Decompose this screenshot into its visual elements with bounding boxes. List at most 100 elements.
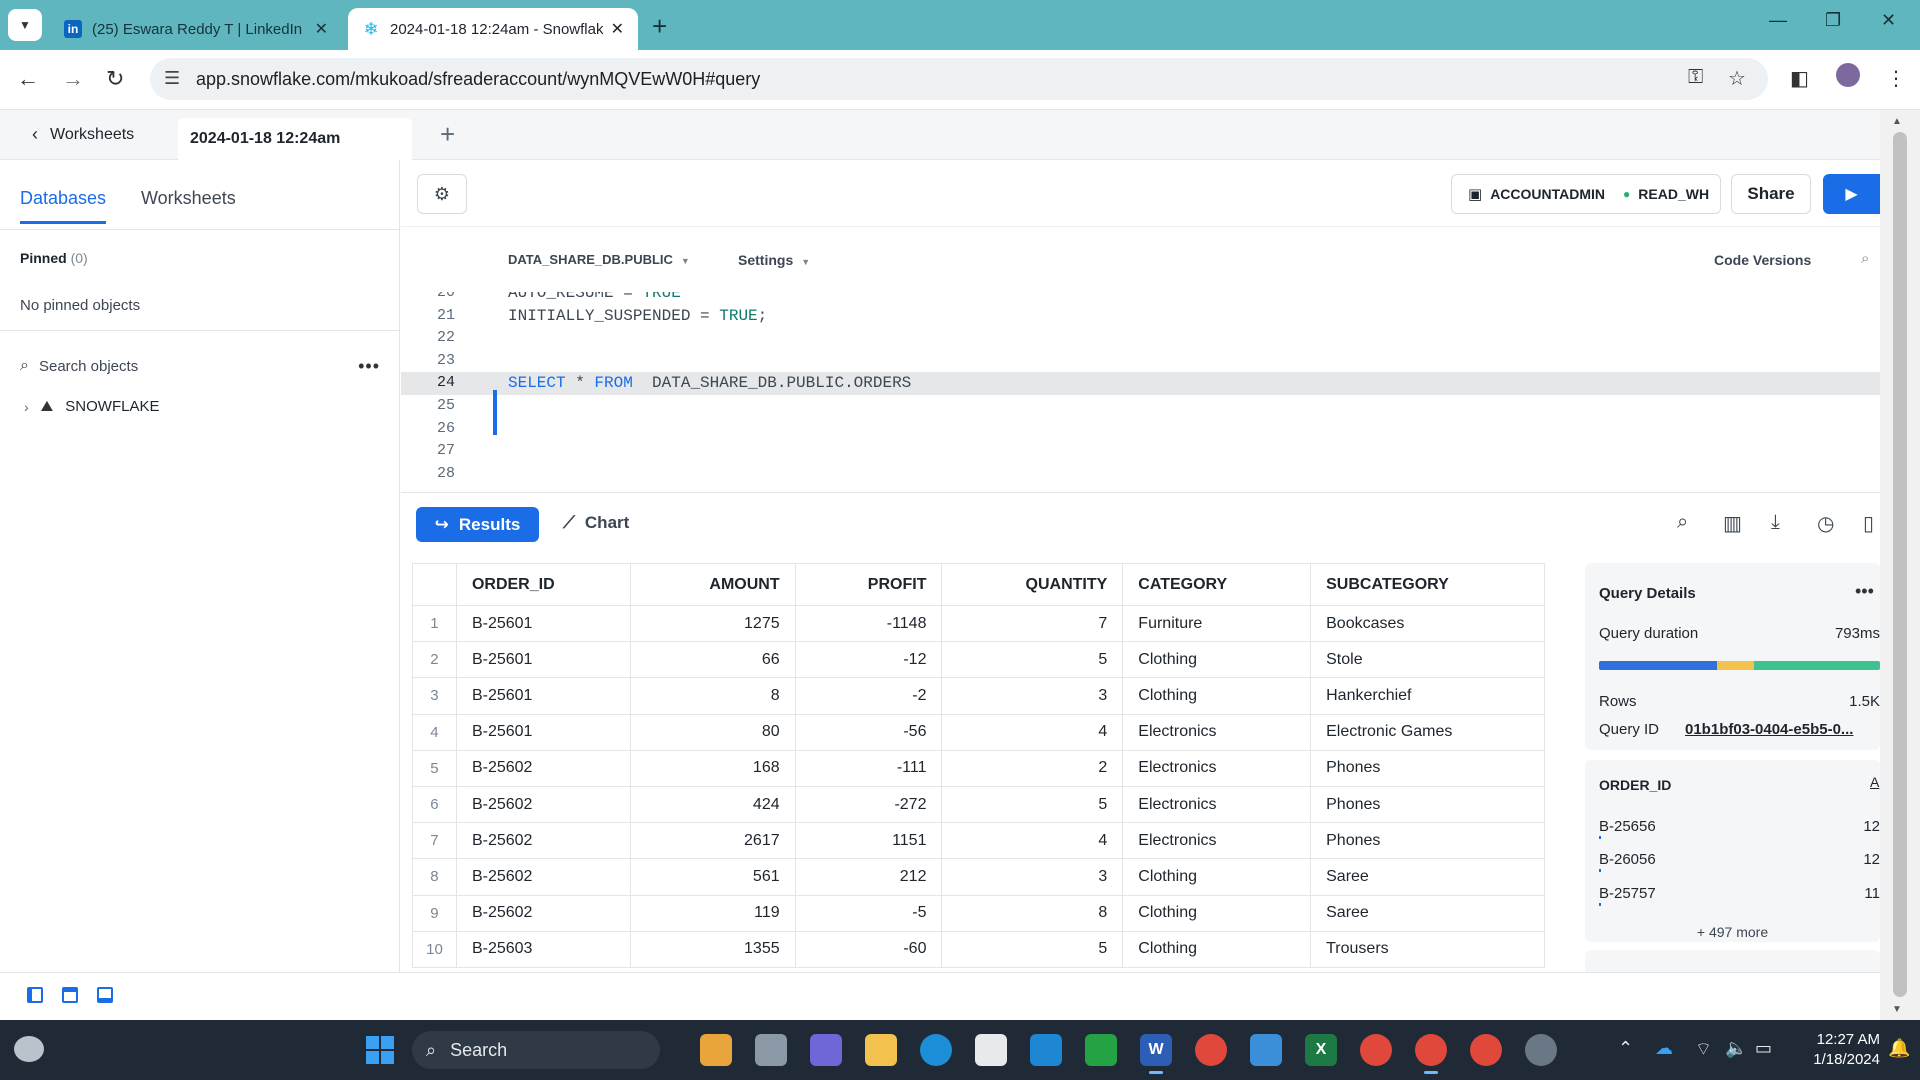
cell-order-id[interactable]: B-25601 [455, 604, 631, 643]
code-editor[interactable]: 20 AUTO_RESUME = TRUE 21 INITIALLY_SUSPE… [401, 292, 1880, 492]
panel-toggle-icon[interactable]: ▯ [1863, 511, 1874, 536]
cell-amount[interactable]: 8 [629, 677, 796, 715]
close-icon[interactable]: ✕ [611, 19, 624, 39]
columns-icon[interactable]: ▥ [1723, 511, 1742, 536]
cell-profit[interactable]: -5 [794, 894, 943, 932]
tab-search-button[interactable]: ▼ [8, 9, 42, 41]
taskbar-clock[interactable]: 12:27 AM 1/18/2024 [1790, 1030, 1880, 1070]
cell-quantity[interactable]: 4 [941, 822, 1124, 860]
code-line[interactable]: 27 [401, 440, 1880, 463]
volume-icon[interactable]: 🔈 [1725, 1038, 1747, 1059]
cell-quantity[interactable]: 5 [941, 930, 1124, 968]
code-versions-button[interactable]: Code Versions [1714, 252, 1811, 268]
results-tab-button[interactable]: ↪ Results [416, 507, 539, 542]
run-button[interactable]: ▶ [1823, 174, 1880, 214]
cell-order-id[interactable]: B-25602 [455, 894, 631, 932]
weather-icon[interactable] [14, 1036, 44, 1062]
object-search[interactable]: ⌕ Search objects ••• [20, 350, 380, 382]
mail-app-icon[interactable] [1030, 1034, 1062, 1066]
cell-subcategory[interactable]: Phones [1310, 785, 1545, 824]
cell-amount[interactable]: 66 [629, 641, 796, 679]
table-row[interactable]: 7 B-25602 2617 1151 4 Electronics Phones [412, 822, 1545, 860]
copilot-app-icon[interactable] [700, 1034, 732, 1066]
search-objects-placeholder[interactable]: Search objects [39, 358, 138, 375]
chat-app-icon[interactable] [1085, 1034, 1117, 1066]
browser-tab-linkedin[interactable]: in (25) Eswara Reddy T | LinkedIn ✕ [50, 8, 342, 50]
cell-category[interactable]: Clothing [1122, 858, 1312, 896]
code-line[interactable]: 28 [401, 463, 1880, 486]
chevron-up-icon[interactable]: ⌃ [1618, 1038, 1633, 1059]
cell-amount[interactable]: 168 [629, 749, 796, 787]
code-line[interactable]: 20 AUTO_RESUME = TRUE [401, 292, 1880, 305]
cell-subcategory[interactable]: Saree [1310, 858, 1545, 896]
chart-tab-button[interactable]: ⟋ Chart [563, 513, 629, 533]
photos-app-icon[interactable] [1250, 1034, 1282, 1066]
more-options-icon[interactable]: ••• [1855, 581, 1874, 602]
query-id-link[interactable]: 01b1bf03-0404-e5b5-0... [1685, 721, 1880, 738]
cell-subcategory[interactable]: Phones [1310, 822, 1545, 860]
microsoft-store-icon[interactable] [975, 1034, 1007, 1066]
code-line-selected[interactable]: 24 SELECT * FROM DATA_SHARE_DB.PUBLIC.OR… [401, 372, 1880, 395]
bookmark-star-icon[interactable]: ☆ [1728, 66, 1746, 91]
layout-sidebar-icon[interactable] [27, 987, 43, 1003]
battery-icon[interactable]: ▭ [1755, 1038, 1772, 1059]
cell-profit[interactable]: -2 [794, 677, 943, 715]
cell-amount[interactable]: 1355 [629, 930, 796, 968]
cell-profit[interactable]: -56 [794, 713, 943, 751]
settings-dropdown[interactable]: Settings ▼ [738, 252, 810, 268]
cell-amount[interactable]: 2617 [629, 822, 796, 860]
scroll-down-icon[interactable]: ▼ [1892, 1004, 1902, 1015]
cell-category[interactable]: Electronics [1122, 822, 1312, 860]
code-line[interactable]: 25 [401, 395, 1880, 418]
cell-quantity[interactable]: 3 [941, 858, 1124, 896]
scroll-up-icon[interactable]: ▲ [1892, 116, 1902, 127]
cell-quantity[interactable]: 3 [941, 677, 1124, 715]
cell-category[interactable]: Clothing [1122, 930, 1312, 968]
table-row[interactable]: 5 B-25602 168 -111 2 Electronics Phones [412, 749, 1545, 787]
tab-databases[interactable]: Databases [20, 188, 107, 224]
database-tree-item[interactable]: › ⛰ SNOWFLAKE [24, 398, 159, 415]
table-row[interactable]: 8 B-25602 561 212 3 Clothing Saree [412, 858, 1545, 896]
cell-subcategory[interactable]: Bookcases [1310, 604, 1545, 643]
column-type-indicator[interactable]: A [1870, 774, 1879, 790]
password-key-icon[interactable]: ⚿ [1688, 66, 1703, 89]
settings-gear-icon[interactable] [1525, 1034, 1557, 1066]
role-warehouse-selector[interactable]: ▣ ACCOUNTADMIN ● READ_WH [1451, 174, 1721, 214]
cell-subcategory[interactable]: Hankerchief [1310, 677, 1545, 715]
cell-profit[interactable]: -12 [794, 641, 943, 679]
code-line[interactable]: 26 [401, 418, 1880, 441]
chrome-profile-active-icon[interactable] [1415, 1034, 1447, 1074]
close-window-icon[interactable]: ✕ [1881, 10, 1896, 31]
column-header[interactable]: QUANTITY [941, 563, 1124, 606]
cell-profit[interactable]: -60 [794, 930, 943, 968]
search-icon[interactable]: ⌕ [1677, 511, 1688, 534]
database-context-selector[interactable]: DATA_SHARE_DB.PUBLIC ▼ [508, 252, 690, 267]
profile-avatar[interactable] [1836, 63, 1860, 87]
cell-quantity[interactable]: 8 [941, 894, 1124, 932]
column-header[interactable]: ORDER_ID [455, 563, 631, 606]
cell-subcategory[interactable]: Stole [1310, 641, 1545, 679]
cell-category[interactable]: Clothing [1122, 641, 1312, 679]
cell-profit[interactable]: 212 [794, 858, 943, 896]
edge-browser-icon[interactable] [920, 1034, 952, 1066]
download-icon[interactable]: ⤓ [1771, 511, 1780, 534]
table-row[interactable]: 9 B-25602 119 -5 8 Clothing Saree [412, 894, 1545, 932]
forward-arrow-icon[interactable]: → [62, 66, 84, 92]
table-row[interactable]: 2 B-25601 66 -12 5 Clothing Stole [412, 641, 1545, 679]
file-explorer-icon[interactable] [865, 1034, 897, 1066]
cell-category[interactable]: Electronics [1122, 749, 1312, 787]
reload-icon[interactable]: ↻ [106, 66, 124, 92]
cell-category[interactable]: Electronics [1122, 785, 1312, 824]
column-header[interactable]: SUBCATEGORY [1310, 563, 1545, 606]
cell-subcategory[interactable]: Electronic Games [1310, 713, 1545, 751]
cell-category[interactable]: Furniture [1122, 604, 1312, 643]
filter-settings-button[interactable]: ⚙ [417, 174, 467, 214]
more-options-icon[interactable]: ••• [358, 356, 380, 377]
cell-order-id[interactable]: B-25602 [455, 822, 631, 860]
teams-app-icon[interactable] [810, 1034, 842, 1066]
column-header[interactable]: CATEGORY [1122, 563, 1312, 606]
cell-order-id[interactable]: B-25601 [455, 641, 631, 679]
back-arrow-icon[interactable]: ← [17, 66, 39, 92]
notification-bell-icon[interactable]: 🔔 [1888, 1038, 1910, 1059]
cell-quantity[interactable]: 4 [941, 713, 1124, 751]
